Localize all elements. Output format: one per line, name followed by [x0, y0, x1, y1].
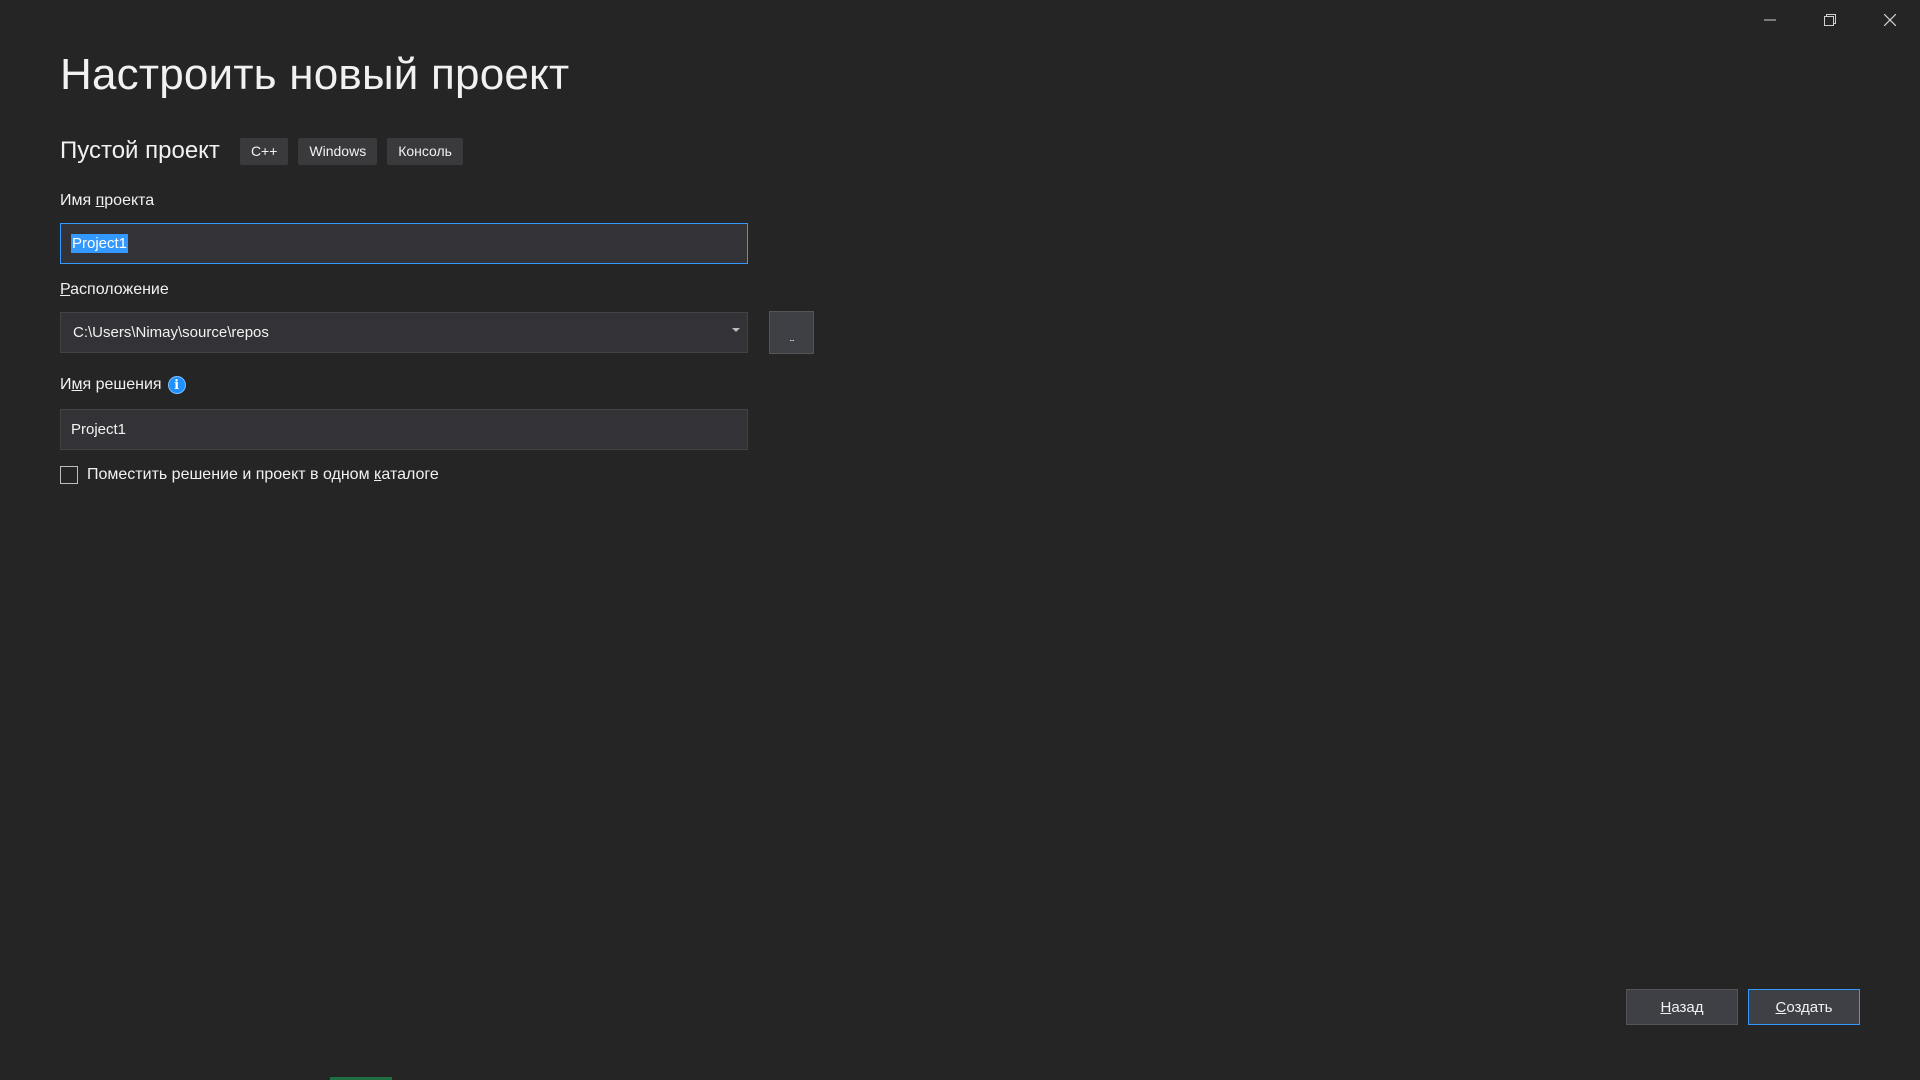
- solution-name-label-mnemonic: м: [71, 376, 83, 393]
- project-name-label-prefix: Имя: [60, 192, 96, 209]
- location-combobox[interactable]: C:\Users\Nimay\source\repos: [60, 312, 748, 353]
- location-label-mnemonic: Р: [60, 281, 71, 298]
- page-title: Настроить новый проект: [60, 50, 570, 99]
- back-button-label: азад: [1671, 998, 1704, 1016]
- create-button[interactable]: Создать: [1748, 989, 1860, 1025]
- browse-button-label: ...: [789, 333, 794, 343]
- location-label-suffix: асположение: [70, 281, 169, 298]
- template-name: Пустой проект: [60, 137, 220, 164]
- same-directory-label-prefix: Поместить решение и проект в одном: [87, 466, 375, 483]
- minimize-icon[interactable]: [1740, 0, 1800, 40]
- same-directory-checkbox[interactable]: [60, 466, 78, 484]
- same-directory-label[interactable]: Поместить решение и проект в одном катал…: [87, 466, 439, 484]
- project-name-value: Project1: [71, 234, 129, 253]
- close-icon[interactable]: [1860, 0, 1920, 40]
- tag-language: C++: [239, 137, 289, 165]
- chevron-down-icon[interactable]: [732, 328, 740, 332]
- solution-name-value: Project1: [71, 421, 127, 438]
- same-directory-label-suffix: аталоге: [381, 466, 439, 483]
- solution-name-label: Имя решения i: [60, 376, 186, 394]
- restore-icon[interactable]: [1800, 0, 1860, 40]
- configure-project-window: Настроить новый проект Пустой проект C++…: [0, 0, 1920, 1080]
- solution-name-input[interactable]: Project1: [60, 409, 748, 450]
- project-name-input[interactable]: Project1: [60, 223, 748, 264]
- project-name-label-suffix: роекта: [104, 192, 155, 209]
- location-value: C:\Users\Nimay\source\repos: [73, 324, 269, 341]
- create-button-label: оздать: [1786, 998, 1833, 1016]
- tag-project-type: Консоль: [387, 137, 463, 165]
- location-label: Расположение: [60, 281, 169, 299]
- solution-name-label-suffix: я решения: [82, 376, 162, 393]
- solution-name-label-prefix: И: [60, 376, 72, 393]
- back-button[interactable]: Назад: [1626, 989, 1738, 1025]
- browse-button[interactable]: ...: [769, 311, 814, 354]
- project-name-label: Имя проекта: [60, 192, 154, 210]
- create-button-mnemonic: С: [1775, 998, 1787, 1016]
- same-directory-option[interactable]: Поместить решение и проект в одном катал…: [60, 466, 439, 484]
- project-name-label-mnemonic: п: [95, 192, 105, 209]
- window-controls: [1740, 0, 1920, 40]
- template-summary: Пустой проект C++ Windows Консоль: [60, 137, 473, 165]
- info-icon[interactable]: i: [167, 376, 186, 394]
- tag-platform: Windows: [298, 137, 378, 165]
- back-button-mnemonic: Н: [1660, 998, 1672, 1016]
